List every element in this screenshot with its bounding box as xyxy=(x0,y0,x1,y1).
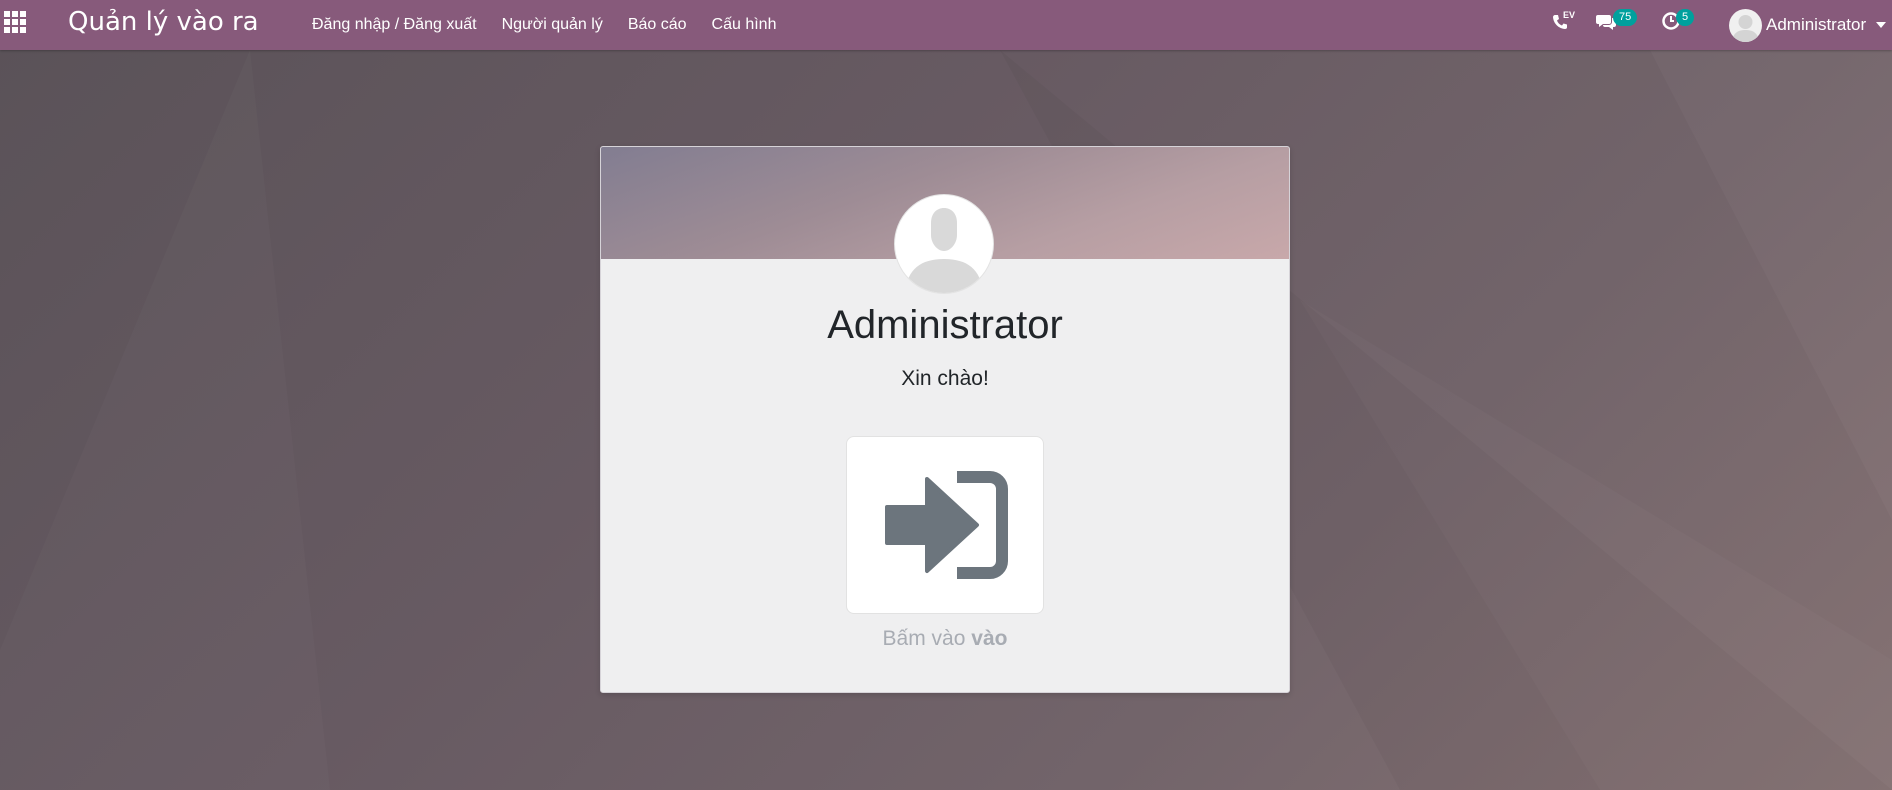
user-menu[interactable]: Administrator xyxy=(1729,0,1887,50)
menu-item-check-in-out[interactable]: Đăng nhập / Đăng xuất xyxy=(312,16,477,34)
menu-item-configuration[interactable]: Cấu hình xyxy=(712,16,777,34)
menu-item-reports[interactable]: Báo cáo xyxy=(628,16,687,34)
employee-name: Administrator xyxy=(827,303,1063,347)
caret-down-icon xyxy=(1876,22,1887,28)
apps-grid-icon[interactable] xyxy=(4,11,28,35)
greeting-text: Xin chào! xyxy=(901,367,989,390)
menu-item-managers[interactable]: Người quản lý xyxy=(502,16,603,34)
check-in-hint-prefix: Bấm vào xyxy=(882,627,966,650)
app-title[interactable]: Quản lý vào ra xyxy=(68,6,259,38)
voip-button[interactable]: EV xyxy=(1550,0,1580,50)
voip-label: EV xyxy=(1563,10,1576,20)
activities-count-badge: 5 xyxy=(1676,9,1695,26)
employee-silhouette-icon xyxy=(905,208,983,293)
activities-button[interactable]: 5 xyxy=(1660,0,1704,50)
main-navbar: Quản lý vào ra Đăng nhập / Đăng xuất Ngư… xyxy=(0,0,1892,50)
check-in-button[interactable] xyxy=(846,436,1044,614)
employee-avatar xyxy=(894,194,994,294)
user-name: Administrator xyxy=(1766,15,1867,34)
top-menu: Đăng nhập / Đăng xuất Người quản lý Báo … xyxy=(312,0,801,50)
sign-in-icon xyxy=(885,471,1008,579)
messages-button[interactable]: 75 xyxy=(1594,0,1642,50)
user-avatar xyxy=(1729,8,1762,42)
check-in-hint: Bấm vào vào xyxy=(601,627,1289,651)
check-in-hint-action: vào xyxy=(971,627,1008,650)
attendance-card: Administrator Xin chào! Bấm vào vào xyxy=(600,146,1290,693)
messages-count-badge: 75 xyxy=(1613,9,1638,26)
user-silhouette-icon xyxy=(1732,14,1759,42)
